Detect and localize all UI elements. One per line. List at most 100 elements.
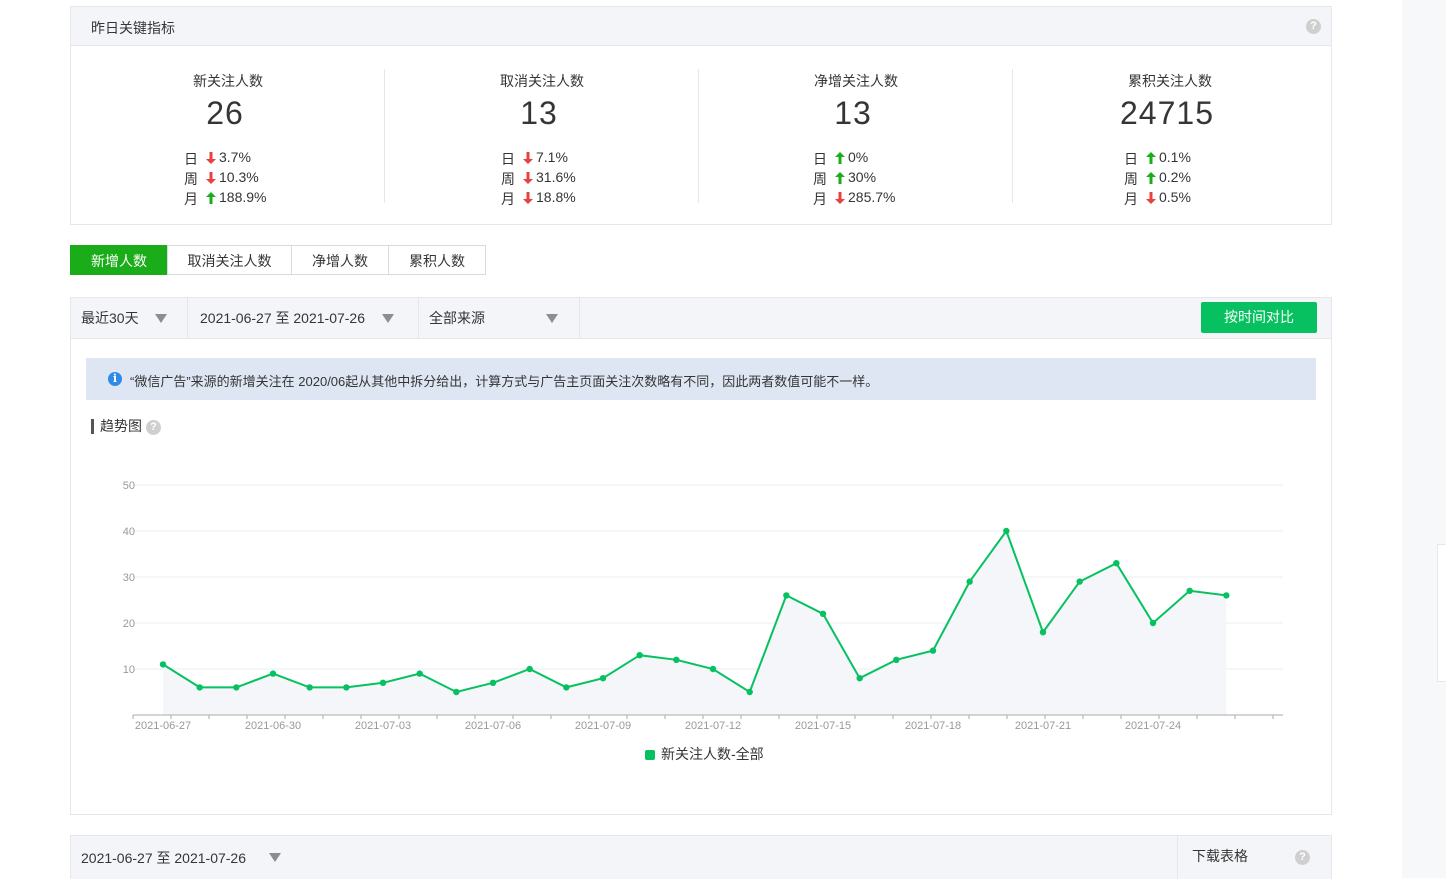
data-point bbox=[416, 670, 423, 677]
info-notice: i “微信广告”来源的新增关注在 2020/06起从其他中拆分给出，计算方式与广… bbox=[86, 358, 1316, 400]
period-label: 月 bbox=[813, 191, 827, 207]
x-tick-label: 2021-07-18 bbox=[905, 720, 961, 732]
change-percent: 0% bbox=[848, 149, 869, 165]
metric-title: 净增关注人数 bbox=[814, 73, 898, 89]
key-metrics-title: 昨日关键指标 bbox=[91, 20, 175, 36]
source-select-value: 全部来源 bbox=[429, 310, 485, 326]
period-label: 日 bbox=[184, 151, 198, 167]
x-tick-label: 2021-07-24 bbox=[1125, 720, 1181, 732]
data-point bbox=[1003, 527, 1010, 535]
arrow-up-icon bbox=[835, 152, 845, 164]
period-label: 周 bbox=[813, 171, 827, 187]
metric-tabs: 新增人数 取消关注人数 净增人数 累积人数 bbox=[70, 245, 486, 275]
change-percent: 0.2% bbox=[1159, 169, 1191, 185]
table-date-range[interactable]: 2021-06-27 至 2021-07-26 bbox=[81, 848, 246, 868]
data-point bbox=[1149, 619, 1157, 627]
arrow-down-icon bbox=[206, 152, 216, 164]
period-label: 日 bbox=[813, 151, 827, 167]
data-point bbox=[673, 656, 680, 663]
arrow-up-icon bbox=[835, 172, 845, 184]
metric-block: 取消关注人数 13 日 7.1% 周 31.6% 月 18.8% bbox=[385, 69, 699, 209]
chevron-down-icon[interactable] bbox=[269, 853, 281, 862]
metric-value: 13 bbox=[520, 95, 558, 131]
x-tick-label: 2021-06-30 bbox=[245, 720, 301, 732]
arrow-down-icon bbox=[523, 152, 533, 164]
metric-block: 累积关注人数 24715 日 0.1% 周 0.2% 月 0.5% bbox=[1013, 69, 1327, 209]
metric-title: 取消关注人数 bbox=[500, 73, 584, 89]
change-percent: 188.9% bbox=[219, 189, 267, 205]
change-percent: 31.6% bbox=[536, 169, 576, 185]
info-icon: i bbox=[108, 372, 122, 386]
data-point bbox=[269, 670, 277, 677]
download-table-button[interactable]: 下载表格 bbox=[1177, 836, 1262, 879]
x-tick-label: 2021-07-06 bbox=[465, 720, 521, 732]
x-tick-label: 2021-07-03 bbox=[355, 720, 411, 732]
source-select[interactable]: 全部来源 bbox=[419, 298, 580, 338]
x-tick-label: 2021-07-21 bbox=[1015, 720, 1071, 732]
data-point bbox=[1039, 629, 1047, 636]
help-icon[interactable]: ? bbox=[146, 420, 161, 435]
data-point bbox=[489, 679, 497, 686]
data-point bbox=[159, 661, 167, 668]
period-select-value: 最近30天 bbox=[81, 310, 139, 326]
data-point bbox=[379, 679, 387, 686]
data-point bbox=[1076, 578, 1083, 585]
trend-panel: 最近30天 2021-06-27 至 2021-07-26 全部来源 按时间对比… bbox=[70, 297, 1332, 815]
arrow-up-icon bbox=[1146, 152, 1156, 164]
data-point bbox=[709, 665, 717, 673]
data-point bbox=[746, 688, 753, 696]
side-float-tab[interactable] bbox=[1437, 544, 1446, 682]
date-range-value: 2021-06-27 至 2021-07-26 bbox=[200, 310, 366, 326]
arrow-down-icon bbox=[206, 172, 216, 184]
data-point bbox=[636, 652, 643, 659]
data-point bbox=[1223, 592, 1230, 599]
tab-unfollow-users[interactable]: 取消关注人数 bbox=[167, 245, 292, 275]
y-tick-label: 30 bbox=[123, 572, 135, 584]
tab-new-users[interactable]: 新增人数 bbox=[70, 245, 168, 275]
y-tick-label: 50 bbox=[123, 480, 135, 492]
data-point bbox=[856, 675, 863, 682]
metric-block: 新关注人数 26 日 3.7% 周 10.3% 月 188.9% bbox=[71, 69, 385, 209]
y-tick-label: 20 bbox=[123, 618, 135, 630]
chevron-down-icon bbox=[155, 314, 167, 323]
arrow-down-icon bbox=[523, 192, 533, 204]
tab-net-users[interactable]: 净增人数 bbox=[291, 245, 389, 275]
notice-text: “微信广告”来源的新增关注在 2020/06起从其他中拆分给出，计算方式与广告主… bbox=[130, 374, 879, 389]
metric-title: 累积关注人数 bbox=[1128, 73, 1212, 89]
data-point bbox=[819, 610, 827, 617]
metric-title: 新关注人数 bbox=[193, 73, 263, 89]
chevron-down-icon bbox=[382, 314, 394, 323]
tab-cumulative-users[interactable]: 累积人数 bbox=[388, 245, 486, 275]
arrow-down-icon bbox=[1146, 192, 1156, 204]
data-point bbox=[196, 684, 203, 691]
key-metrics-header: 昨日关键指标 ? bbox=[71, 7, 1331, 46]
change-percent: 285.7% bbox=[848, 189, 896, 205]
data-point bbox=[233, 684, 240, 691]
data-point bbox=[893, 656, 900, 663]
help-icon[interactable]: ? bbox=[1306, 19, 1321, 34]
data-point bbox=[1186, 587, 1193, 594]
legend-label: 新关注人数-全部 bbox=[661, 746, 764, 762]
compare-by-time-button[interactable]: 按时间对比 bbox=[1201, 302, 1317, 333]
help-icon[interactable]: ? bbox=[1295, 850, 1310, 865]
change-percent: 10.3% bbox=[219, 169, 259, 185]
metric-value: 24715 bbox=[1120, 95, 1214, 131]
table-toolbar: 2021-06-27 至 2021-07-26 下载表格 ? bbox=[70, 835, 1332, 879]
data-point bbox=[343, 684, 350, 691]
data-point bbox=[306, 684, 313, 691]
data-point bbox=[453, 688, 460, 696]
period-select[interactable]: 最近30天 bbox=[71, 298, 188, 338]
period-label: 周 bbox=[1124, 171, 1138, 187]
y-tick-label: 40 bbox=[123, 526, 135, 538]
trend-chart: 10 20 30 40 50 2021-06-27 2021-06-30 2021-07-03… bbox=[123, 480, 1283, 732]
data-point bbox=[526, 665, 533, 673]
change-percent: 0.1% bbox=[1159, 149, 1191, 165]
metric-block: 净增关注人数 13 日 0% 周 30% 月 285.7% bbox=[699, 69, 1013, 209]
change-percent: 3.7% bbox=[219, 149, 251, 165]
change-percent: 18.8% bbox=[536, 189, 576, 205]
metric-value: 13 bbox=[834, 95, 872, 131]
date-range-select[interactable]: 2021-06-27 至 2021-07-26 bbox=[188, 298, 419, 338]
period-label: 周 bbox=[184, 171, 198, 187]
x-tick-label: 2021-07-12 bbox=[685, 720, 741, 732]
chart-legend[interactable]: 新关注人数-全部 bbox=[645, 744, 764, 764]
